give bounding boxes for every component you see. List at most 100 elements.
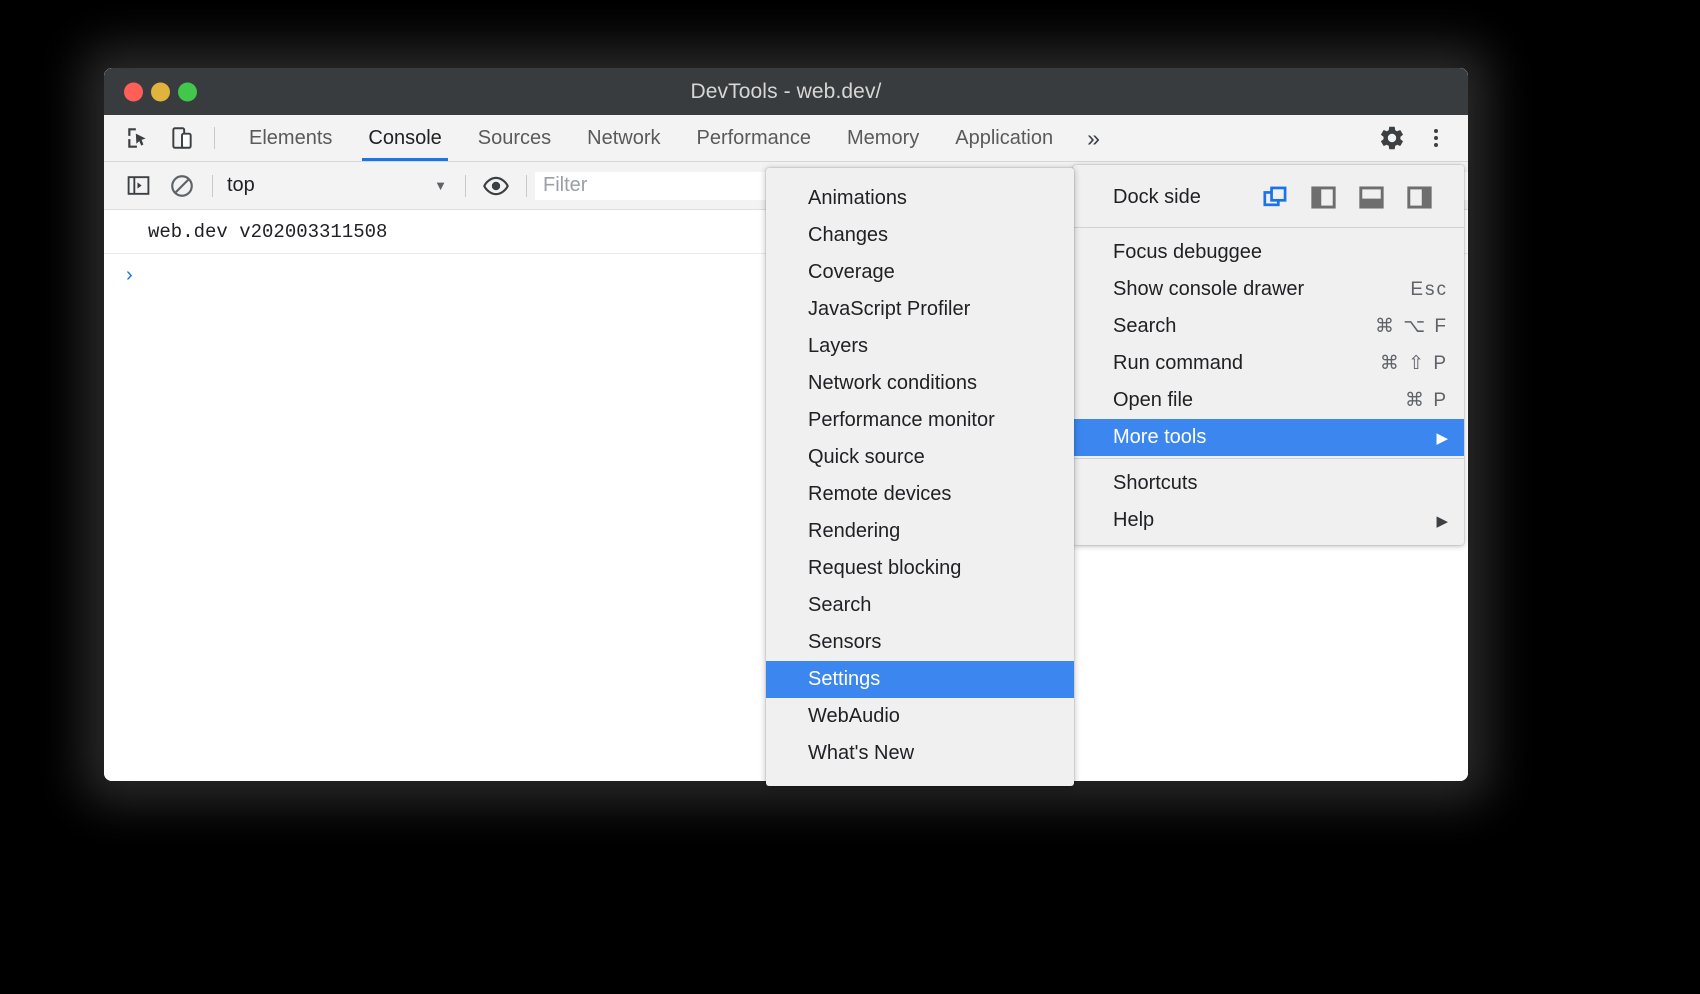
menu-item-shortcuts[interactable]: Shortcuts <box>1073 465 1464 502</box>
menu-divider <box>1073 227 1464 228</box>
menu-item-label: Open file <box>1113 389 1193 412</box>
submenu-item-performance-monitor[interactable]: Performance monitor <box>766 402 1074 439</box>
prompt-chevron-icon: › <box>126 264 133 287</box>
submenu-item-coverage[interactable]: Coverage <box>766 254 1074 291</box>
submenu-item-whats-new[interactable]: What's New <box>766 735 1074 772</box>
submenu-item-remote-devices[interactable]: Remote devices <box>766 476 1074 513</box>
tab-label: Console <box>368 127 441 150</box>
undock-into-separate-window-icon[interactable] <box>1260 182 1290 212</box>
maximize-window-button[interactable] <box>178 82 197 101</box>
submenu-item-label: Settings <box>808 668 880 691</box>
console-message-text: web.dev v202003311508 <box>148 221 387 243</box>
menu-item-label: Search <box>1113 315 1176 338</box>
execution-context-value: top <box>227 174 255 197</box>
tabstrip-right-actions <box>1341 115 1468 161</box>
tab-elements[interactable]: Elements <box>231 115 350 161</box>
menu-item-label: Run command <box>1113 352 1243 375</box>
menu-item-more-tools[interactable]: More tools ▶ <box>1073 419 1464 456</box>
menu-item-shortcut: ⌘ ⌥ F <box>1375 315 1448 338</box>
dock-side-row: Dock side <box>1073 169 1464 225</box>
tab-performance[interactable]: Performance <box>679 115 830 161</box>
submenu-item-rendering[interactable]: Rendering <box>766 513 1074 550</box>
submenu-item-label: Changes <box>808 224 888 247</box>
tab-network[interactable]: Network <box>569 115 678 161</box>
close-window-button[interactable] <box>124 82 143 101</box>
clear-console-icon[interactable] <box>160 173 204 199</box>
submenu-item-sensors[interactable]: Sensors <box>766 624 1074 661</box>
dock-to-left-icon[interactable] <box>1308 182 1338 212</box>
minimize-window-button[interactable] <box>151 82 170 101</box>
toolbar-divider <box>526 175 527 197</box>
menu-item-label: Shortcuts <box>1113 472 1197 495</box>
toolbar-divider <box>212 175 213 197</box>
submenu-item-animations[interactable]: Animations <box>766 180 1074 217</box>
tab-application[interactable]: Application <box>937 115 1071 161</box>
chevron-down-icon: ▼ <box>434 178 447 193</box>
submenu-item-label: JavaScript Profiler <box>808 298 970 321</box>
toolbar-divider <box>465 175 466 197</box>
menu-item-open-file[interactable]: Open file ⌘ P <box>1073 382 1464 419</box>
submenu-item-quick-source[interactable]: Quick source <box>766 439 1074 476</box>
submenu-item-label: Animations <box>808 187 907 210</box>
devtools-tabstrip: Elements Console Sources Network Perform… <box>104 115 1468 162</box>
submenu-item-label: Layers <box>808 335 868 358</box>
menu-item-search[interactable]: Search ⌘ ⌥ F <box>1073 308 1464 345</box>
submenu-item-layers[interactable]: Layers <box>766 328 1074 365</box>
tab-memory[interactable]: Memory <box>829 115 937 161</box>
submenu-item-label: Performance monitor <box>808 409 995 432</box>
submenu-item-label: Remote devices <box>808 483 951 506</box>
chevron-right-icon: ▶ <box>1436 429 1448 447</box>
dock-side-label: Dock side <box>1113 186 1201 209</box>
submenu-item-label: WebAudio <box>808 705 900 728</box>
titlebar: DevTools - web.dev/ <box>104 68 1468 115</box>
submenu-item-label: Search <box>808 594 871 617</box>
menu-item-help[interactable]: Help ▶ <box>1073 502 1464 539</box>
submenu-item-label: Coverage <box>808 261 895 284</box>
toolbar-divider <box>214 127 215 149</box>
tab-label: Sources <box>478 127 551 150</box>
kebab-menu-icon[interactable] <box>1414 126 1458 150</box>
dock-side-options <box>1260 182 1450 212</box>
tab-console[interactable]: Console <box>350 115 459 161</box>
menu-item-show-console-drawer[interactable]: Show console drawer Esc <box>1073 271 1464 308</box>
dock-to-bottom-icon[interactable] <box>1356 182 1386 212</box>
submenu-item-label: Sensors <box>808 631 881 654</box>
menu-item-label: Help <box>1113 509 1154 532</box>
submenu-item-label: What's New <box>808 742 914 765</box>
menu-item-shortcut: ⌘ ⇧ P <box>1380 352 1448 375</box>
tab-sources[interactable]: Sources <box>460 115 569 161</box>
inspect-element-icon[interactable] <box>116 115 160 161</box>
menu-item-focus-debuggee[interactable]: Focus debuggee <box>1073 234 1464 271</box>
tab-label: Performance <box>697 127 812 150</box>
dock-to-right-icon[interactable] <box>1404 182 1434 212</box>
panel-tabs: Elements Console Sources Network Perform… <box>231 115 1116 161</box>
chevron-double-right-icon: » <box>1087 125 1100 152</box>
submenu-item-network-conditions[interactable]: Network conditions <box>766 365 1074 402</box>
eye-icon[interactable] <box>474 172 518 200</box>
menu-item-label: More tools <box>1113 426 1206 449</box>
submenu-item-label: Quick source <box>808 446 925 469</box>
tab-label: Elements <box>249 127 332 150</box>
execution-context-select[interactable]: top ▼ <box>221 174 457 197</box>
submenu-item-request-blocking[interactable]: Request blocking <box>766 550 1074 587</box>
tab-overflow-button[interactable]: » <box>1071 115 1116 161</box>
submenu-item-changes[interactable]: Changes <box>766 217 1074 254</box>
submenu-item-search[interactable]: Search <box>766 587 1074 624</box>
menu-item-run-command[interactable]: Run command ⌘ ⇧ P <box>1073 345 1464 382</box>
devtools-main-menu: Dock side <box>1073 165 1464 545</box>
submenu-item-settings[interactable]: Settings <box>766 661 1074 698</box>
tab-label: Memory <box>847 127 919 150</box>
chevron-right-icon: ▶ <box>1436 512 1448 530</box>
submenu-item-javascript-profiler[interactable]: JavaScript Profiler <box>766 291 1074 328</box>
settings-gear-icon[interactable] <box>1370 124 1414 152</box>
device-toolbar-icon[interactable] <box>160 115 204 161</box>
submenu-item-label: Network conditions <box>808 372 977 395</box>
menu-item-label: Show console drawer <box>1113 278 1304 301</box>
traffic-lights <box>124 82 197 101</box>
submenu-item-webaudio[interactable]: WebAudio <box>766 698 1074 735</box>
menu-item-label: Focus debuggee <box>1113 241 1262 264</box>
show-console-sidebar-icon[interactable] <box>116 173 160 198</box>
submenu-item-label: Request blocking <box>808 557 961 580</box>
more-tools-submenu: Animations Changes Coverage JavaScript P… <box>766 168 1074 786</box>
submenu-item-label: Rendering <box>808 520 900 543</box>
